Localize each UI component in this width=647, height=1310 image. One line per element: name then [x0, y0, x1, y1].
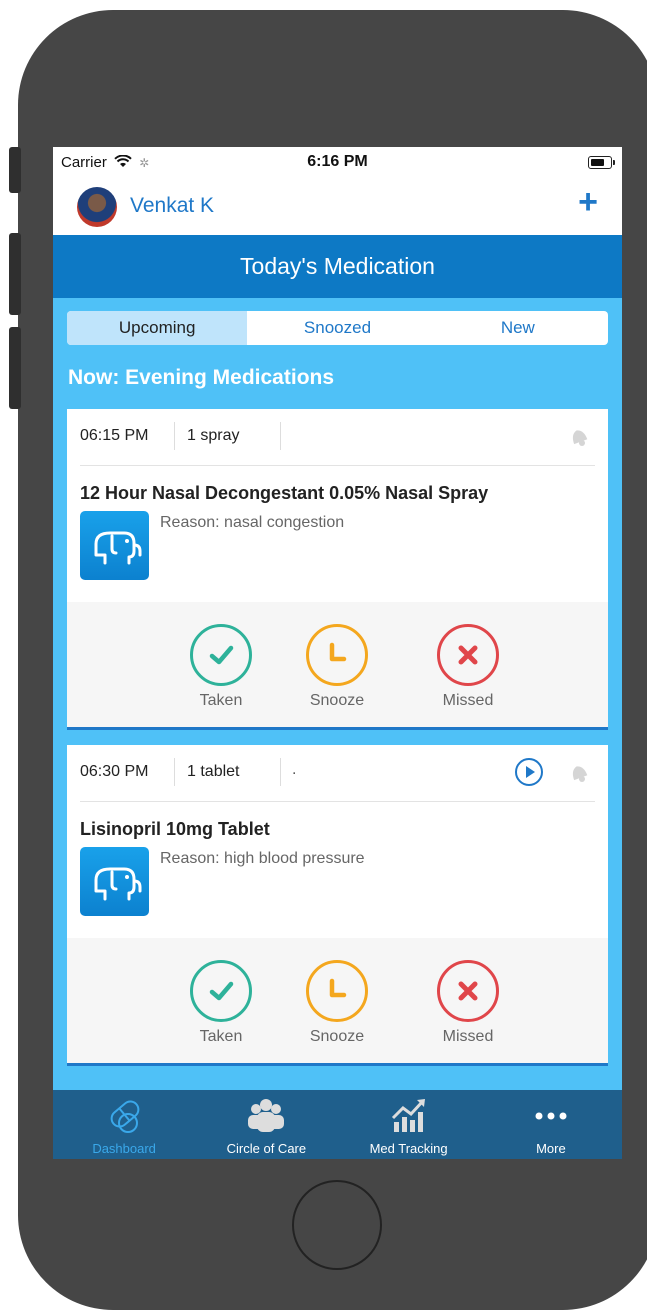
- app-header: Venkat K +: [53, 177, 622, 235]
- medication-reason: Reason: high blood pressure: [160, 850, 365, 867]
- segment-upcoming[interactable]: Upcoming: [67, 311, 248, 345]
- close-icon: [437, 624, 499, 686]
- divider: [280, 422, 281, 450]
- check-icon: [190, 624, 252, 686]
- avatar[interactable]: [77, 187, 117, 227]
- segment-new[interactable]: New: [428, 311, 608, 345]
- battery-icon: [588, 156, 615, 169]
- app-screen: Carrier ✲ 6:16 PM Venkat K + Today's Med…: [53, 147, 622, 1159]
- volume-up-button: [9, 233, 21, 315]
- missed-label: Missed: [442, 692, 494, 709]
- home-button[interactable]: [292, 1180, 382, 1270]
- add-medication-button[interactable]: +: [578, 185, 598, 219]
- missed-button[interactable]: Missed: [428, 624, 508, 710]
- dose-note: .: [292, 761, 297, 778]
- missed-button[interactable]: Missed: [428, 960, 508, 1046]
- dose-time: 06:30 PM: [80, 763, 149, 780]
- taken-button[interactable]: Taken: [181, 960, 261, 1046]
- divider: [174, 758, 175, 786]
- snooze-label: Snooze: [309, 1028, 365, 1045]
- taken-button[interactable]: Taken: [181, 624, 261, 710]
- tab-dashboard[interactable]: Dashboard: [53, 1090, 195, 1159]
- elephant-icon: [80, 511, 149, 580]
- card-header: 06:30 PM 1 tablet .: [67, 745, 608, 801]
- divider: [280, 758, 281, 786]
- elephant-icon: [80, 847, 149, 916]
- volume-down-button: [9, 327, 21, 409]
- check-icon: [190, 960, 252, 1022]
- divider: [80, 801, 595, 802]
- dose-time: 06:15 PM: [80, 427, 149, 444]
- status-bar: Carrier ✲ 6:16 PM: [53, 147, 622, 177]
- snooze-button[interactable]: Snooze: [297, 960, 377, 1046]
- bell-icon[interactable]: [568, 426, 590, 448]
- taken-label: Taken: [199, 692, 243, 709]
- snooze-button[interactable]: Snooze: [297, 624, 377, 710]
- user-name[interactable]: Venkat K: [130, 194, 214, 218]
- taken-label: Taken: [199, 1028, 243, 1045]
- tab-med-tracking[interactable]: Med Tracking: [338, 1090, 480, 1159]
- status-time: 6:16 PM: [307, 153, 368, 170]
- dose-actions: Taken Snooze Missed: [67, 938, 608, 1063]
- bell-icon[interactable]: [568, 762, 590, 784]
- dose-amount: 1 tablet: [187, 763, 240, 780]
- pill-icon: [110, 1100, 140, 1133]
- tab-label: More: [536, 1141, 566, 1156]
- close-icon: [437, 960, 499, 1022]
- tab-label: Circle of Care: [226, 1141, 307, 1156]
- tab-bar: Dashboard Circle of Care Med Tracking Mo…: [53, 1090, 622, 1159]
- card-header: 06:15 PM 1 spray: [67, 409, 608, 465]
- clock-icon: [306, 624, 368, 686]
- dose-actions: Taken Snooze Missed: [67, 602, 608, 727]
- tab-label: Med Tracking: [369, 1141, 448, 1156]
- divider: [80, 465, 595, 466]
- more-icon: [535, 1112, 567, 1120]
- dose-amount: 1 spray: [187, 427, 240, 444]
- medication-card: 06:30 PM 1 tablet . Lisinopril 10mg Tabl…: [67, 745, 608, 1066]
- segment-snoozed[interactable]: Snoozed: [247, 311, 427, 345]
- medication-name[interactable]: Lisinopril 10mg Tablet: [80, 819, 270, 840]
- medication-reason: Reason: nasal congestion: [160, 514, 345, 531]
- medication-name[interactable]: 12 Hour Nasal Decongestant 0.05% Nasal S…: [80, 483, 488, 504]
- tab-label: Dashboard: [92, 1141, 156, 1156]
- tab-more[interactable]: More: [480, 1090, 622, 1159]
- section-title: Now: Evening Medications: [68, 366, 335, 389]
- snooze-label: Snooze: [309, 692, 365, 709]
- people-icon: [248, 1099, 285, 1132]
- divider: [174, 422, 175, 450]
- page-title: Today's Medication: [53, 235, 622, 298]
- chart-icon: [391, 1099, 425, 1132]
- tab-circle-of-care[interactable]: Circle of Care: [195, 1090, 337, 1159]
- clock-icon: [306, 960, 368, 1022]
- play-icon[interactable]: [515, 758, 543, 786]
- missed-label: Missed: [442, 1028, 494, 1045]
- segment-control: Upcoming Snoozed New: [67, 311, 608, 345]
- medication-card: 06:15 PM 1 spray 12 Hour Nasal Decongest…: [67, 409, 608, 730]
- mute-switch: [9, 147, 21, 193]
